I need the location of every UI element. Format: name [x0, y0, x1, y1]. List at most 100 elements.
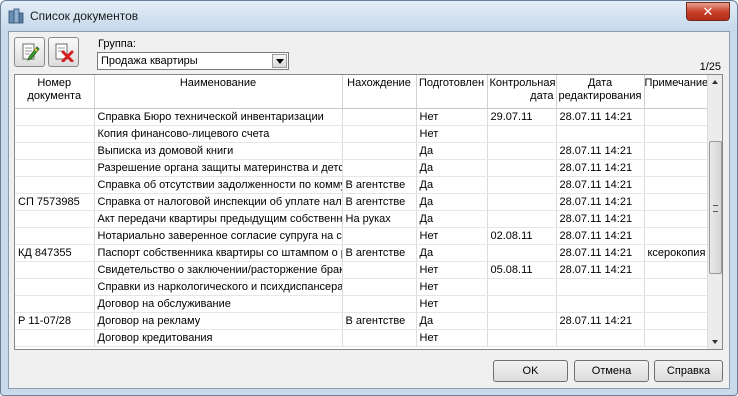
table-row[interactable]: СП 7573985 Справка от налоговой инспекции…: [15, 193, 709, 211]
cell-prepared[interactable]: Да: [416, 142, 488, 160]
cell-number[interactable]: [15, 176, 95, 194]
cell-prepared[interactable]: Нет: [416, 329, 488, 347]
cell-prepared[interactable]: Нет: [416, 125, 488, 143]
cell-edit-date[interactable]: 28.07.11 14:21: [556, 312, 645, 330]
cell-location[interactable]: На руках: [342, 210, 417, 228]
column-header-prepared[interactable]: Подготовлен: [416, 75, 488, 109]
cell-name[interactable]: Справка от налоговой инспекции об уплате…: [94, 193, 343, 211]
cell-note[interactable]: [644, 142, 709, 160]
table-row[interactable]: Справка Бюро технической инвентаризации Н…: [15, 108, 709, 126]
cell-name[interactable]: Выписка из домовой книги: [94, 142, 343, 160]
cell-edit-date[interactable]: 28.07.11 14:21: [556, 227, 645, 245]
cell-name[interactable]: Договор на рекламу: [94, 312, 343, 330]
cell-note[interactable]: [644, 329, 709, 347]
cell-number[interactable]: Р 11-07/28: [15, 312, 95, 330]
cell-number[interactable]: КД 847355: [15, 244, 95, 262]
cell-location[interactable]: [342, 227, 417, 245]
cell-name[interactable]: Договор на обслуживание: [94, 295, 343, 313]
cell-prepared[interactable]: Нет: [416, 108, 488, 126]
cell-note[interactable]: [644, 227, 709, 245]
cell-control-date[interactable]: [487, 278, 557, 296]
cell-name[interactable]: Акт передачи квартиры предыдущим собстве…: [94, 210, 343, 228]
table-row[interactable]: Разрешение органа защиты материнства и д…: [15, 159, 709, 177]
cell-prepared[interactable]: Да: [416, 176, 488, 194]
cell-edit-date[interactable]: 28.07.11 14:21: [556, 210, 645, 228]
cell-name[interactable]: Справка об отсутствии задолженности по к…: [94, 176, 343, 194]
cell-control-date[interactable]: [487, 244, 557, 262]
help-button[interactable]: Справка: [654, 360, 723, 382]
chevron-down-icon[interactable]: [272, 54, 287, 68]
table-row[interactable]: Нотариально заверенное согласие супруга …: [15, 227, 709, 245]
cell-note[interactable]: [644, 125, 709, 143]
cell-control-date[interactable]: [487, 176, 557, 194]
cell-location[interactable]: В агентстве: [342, 176, 417, 194]
title-bar[interactable]: Список документов ✕: [1, 1, 737, 31]
cell-name[interactable]: Паспорт собственника квартиры со штампом…: [94, 244, 343, 262]
scroll-up-icon[interactable]: [708, 75, 722, 90]
cell-name[interactable]: Свидетельство о заключении/расторжение б…: [94, 261, 343, 279]
cell-name[interactable]: Договор кредитования: [94, 329, 343, 347]
cell-edit-date[interactable]: [556, 295, 645, 313]
cell-edit-date[interactable]: [556, 125, 645, 143]
cell-note[interactable]: [644, 295, 709, 313]
cell-control-date[interactable]: [487, 295, 557, 313]
cell-edit-date[interactable]: 28.07.11 14:21: [556, 108, 645, 126]
table-row[interactable]: Выписка из домовой книги Да 28.07.11 14:21: [15, 142, 709, 160]
scrollbar-thumb[interactable]: [709, 141, 722, 274]
cell-control-date[interactable]: 29.07.11: [487, 108, 557, 126]
cell-prepared[interactable]: Да: [416, 210, 488, 228]
cell-note[interactable]: [644, 261, 709, 279]
table-row[interactable]: Договор на обслуживание Нет: [15, 295, 709, 313]
cell-number[interactable]: [15, 295, 95, 313]
table-row[interactable]: Копия финансово-лицевого счета Нет: [15, 125, 709, 143]
cell-location[interactable]: [342, 125, 417, 143]
vertical-scrollbar[interactable]: [707, 75, 722, 349]
cell-location[interactable]: [342, 278, 417, 296]
scroll-down-icon[interactable]: [708, 334, 722, 349]
column-header-name[interactable]: Наименование: [94, 75, 343, 109]
cell-edit-date[interactable]: 28.07.11 14:21: [556, 193, 645, 211]
cell-control-date[interactable]: [487, 329, 557, 347]
table-row[interactable]: Акт передачи квартиры предыдущим собстве…: [15, 210, 709, 228]
cell-location[interactable]: [342, 329, 417, 347]
cell-name[interactable]: Справки из наркологического и психдиспан…: [94, 278, 343, 296]
delete-document-button[interactable]: [48, 37, 79, 67]
edit-document-button[interactable]: [14, 37, 45, 67]
cell-number[interactable]: [15, 125, 95, 143]
cell-note[interactable]: [644, 312, 709, 330]
cell-number[interactable]: [15, 261, 95, 279]
cell-number[interactable]: [15, 278, 95, 296]
cell-location[interactable]: [342, 108, 417, 126]
cell-control-date[interactable]: 02.08.11: [487, 227, 557, 245]
cancel-button[interactable]: Отмена: [574, 360, 649, 382]
cell-name[interactable]: Копия финансово-лицевого счета: [94, 125, 343, 143]
cell-edit-date[interactable]: [556, 329, 645, 347]
column-header-location[interactable]: Нахождение: [342, 75, 417, 109]
group-select[interactable]: Продажа квартиры: [97, 52, 289, 70]
cell-prepared[interactable]: Нет: [416, 278, 488, 296]
cell-edit-date[interactable]: 28.07.11 14:21: [556, 244, 645, 262]
close-window-button[interactable]: ✕: [686, 2, 730, 21]
cell-prepared[interactable]: Нет: [416, 295, 488, 313]
column-header-control-date[interactable]: Контрольная дата: [487, 75, 557, 109]
cell-location[interactable]: [342, 261, 417, 279]
table-row[interactable]: Договор кредитования Нет: [15, 329, 709, 347]
cell-note[interactable]: [644, 278, 709, 296]
cell-prepared[interactable]: Нет: [416, 227, 488, 245]
cell-edit-date[interactable]: 28.07.11 14:21: [556, 159, 645, 177]
cell-control-date[interactable]: [487, 193, 557, 211]
cell-note[interactable]: [644, 210, 709, 228]
column-header-note[interactable]: Примечание: [644, 75, 709, 109]
cell-note[interactable]: [644, 108, 709, 126]
table-row[interactable]: Справки из наркологического и психдиспан…: [15, 278, 709, 296]
cell-edit-date[interactable]: 28.07.11 14:21: [556, 142, 645, 160]
cell-location[interactable]: В агентстве: [342, 244, 417, 262]
cell-location[interactable]: [342, 142, 417, 160]
ok-button[interactable]: OK: [493, 360, 568, 382]
cell-location[interactable]: [342, 295, 417, 313]
cell-control-date[interactable]: 05.08.11: [487, 261, 557, 279]
cell-control-date[interactable]: [487, 210, 557, 228]
table-row[interactable]: Справка об отсутствии задолженности по к…: [15, 176, 709, 194]
cell-name[interactable]: Нотариально заверенное согласие супруга …: [94, 227, 343, 245]
cell-prepared[interactable]: Да: [416, 159, 488, 177]
